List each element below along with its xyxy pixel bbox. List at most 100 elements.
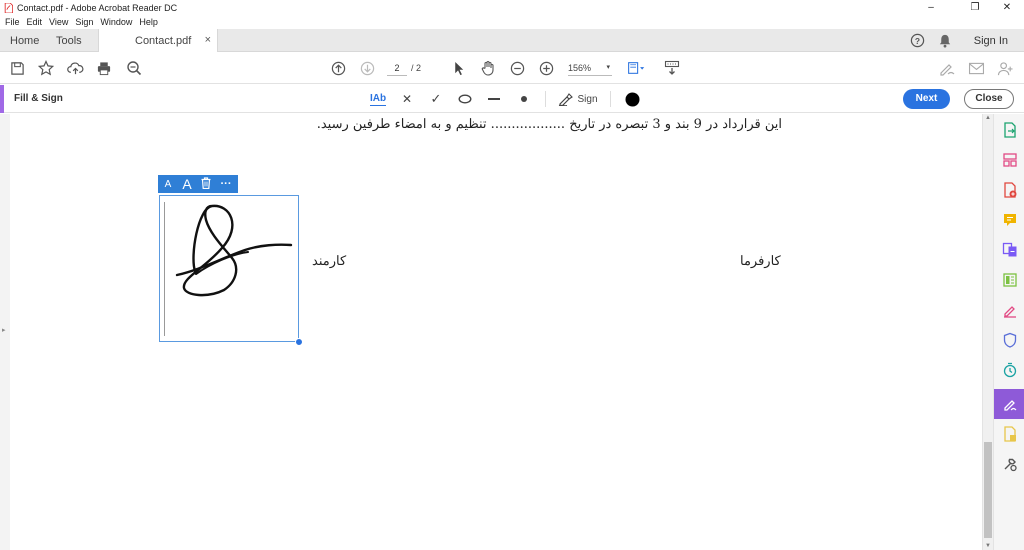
cloud-upload-icon: [66, 61, 83, 74]
print-button[interactable]: [95, 59, 113, 77]
signature-toolbar: A A ···: [158, 175, 238, 193]
plus-circle-icon: [539, 61, 553, 75]
handwritten-signature: [175, 204, 293, 297]
signature-field[interactable]: [159, 195, 299, 342]
acrobat-logo-icon: [4, 2, 13, 13]
zoom-level-select[interactable]: 156% ▾: [568, 60, 612, 76]
minimize-icon: –: [928, 2, 934, 13]
menu-help[interactable]: Help: [139, 17, 158, 27]
fill-sign-pen-icon: [1004, 306, 1016, 318]
hand-tool-button[interactable]: [479, 59, 497, 77]
window-title: Contact.pdf - Adobe Acrobat Reader DC: [17, 2, 178, 13]
maximize-button[interactable]: ❐: [958, 0, 992, 15]
text-tool-icon: IAb: [369, 92, 387, 106]
notifications-bell-icon[interactable]: [938, 33, 952, 48]
fill-sign-active-tool[interactable]: [1001, 395, 1019, 413]
print-icon: [97, 61, 111, 75]
select-tool-button[interactable]: [450, 59, 468, 77]
scroll-down-icon[interactable]: ▼: [985, 543, 991, 549]
comment-tool[interactable]: [1001, 211, 1019, 229]
title-bar: Contact.pdf - Adobe Acrobat Reader DC: [0, 0, 1024, 15]
menu-window[interactable]: Window: [100, 17, 132, 27]
fill-sign-accent-bar: [0, 85, 4, 113]
fountain-pen-icon: [559, 93, 574, 106]
add-text-tool[interactable]: IAb: [367, 91, 389, 107]
check-mark-tool[interactable]: ✓: [428, 91, 444, 107]
scroll-up-icon[interactable]: ▲: [985, 115, 991, 121]
tab-home[interactable]: Home: [10, 35, 39, 47]
help-icon[interactable]: ?: [910, 33, 925, 48]
sign-button[interactable]: Sign: [557, 91, 599, 107]
color-picker[interactable]: [624, 91, 640, 107]
party-employee-label: کارمند: [312, 254, 347, 269]
combine-files-tool[interactable]: [1001, 241, 1019, 259]
resize-handle[interactable]: [295, 338, 303, 346]
menu-file[interactable]: File: [5, 17, 20, 27]
toolbar-divider: [610, 91, 611, 107]
stamp-icon: [1004, 426, 1016, 442]
send-for-review-tool[interactable]: [1001, 361, 1019, 379]
document-canvas[interactable]: [0, 114, 982, 550]
previous-page-button[interactable]: [329, 59, 347, 77]
upload-button[interactable]: [66, 59, 84, 77]
arrow-down-circle-icon: [360, 61, 374, 75]
cursor-arrow-icon: [455, 61, 464, 75]
circle-tool[interactable]: [457, 91, 473, 107]
scroll-mode-button[interactable]: [663, 59, 681, 77]
main-toolbar: 2 / 2 156% ▾: [0, 52, 1024, 84]
increase-size-button[interactable]: A: [178, 176, 196, 192]
chevron-down-icon: ▾: [606, 64, 610, 71]
menu-edit[interactable]: Edit: [27, 17, 43, 27]
sign-in-link[interactable]: Sign In: [974, 35, 1008, 47]
next-button[interactable]: Next: [903, 89, 950, 109]
tools-pane: [993, 114, 1024, 550]
next-page-button[interactable]: [358, 59, 376, 77]
menu-sign[interactable]: Sign: [75, 17, 93, 27]
create-pdf-tool[interactable]: [1001, 181, 1019, 199]
export-pdf-tool[interactable]: [1001, 121, 1019, 139]
bookmark-button[interactable]: [37, 59, 55, 77]
close-tab-icon[interactable]: ×: [205, 34, 211, 46]
delete-button[interactable]: [196, 176, 216, 192]
edit-pdf-icon: [1003, 273, 1017, 287]
tab-tools[interactable]: Tools: [56, 35, 82, 47]
close-button[interactable]: Close: [964, 89, 1014, 109]
add-user-icon: [997, 61, 1013, 75]
fill-sign-toolbar: Fill & Sign IAb ✕ ✓ Sign Next Close: [0, 85, 1024, 113]
dot-tool[interactable]: [516, 91, 532, 107]
left-panel-toggle[interactable]: ▸: [0, 114, 10, 550]
search-button[interactable]: [125, 59, 143, 77]
line-icon: [488, 98, 500, 100]
protect-tool[interactable]: [1001, 331, 1019, 349]
zoom-search-icon: [127, 61, 142, 76]
tab-document[interactable]: Contact.pdf ×: [98, 29, 218, 52]
page-total: / 2: [411, 63, 422, 73]
minimize-button[interactable]: –: [914, 0, 948, 15]
page-display-button[interactable]: [627, 59, 645, 77]
organize-pages-tool[interactable]: [1001, 151, 1019, 169]
email-button[interactable]: [967, 59, 985, 77]
more-tools-tool[interactable]: [1001, 455, 1019, 473]
contract-closing-sentence: این قرارداد در 9 بند و 3 تبصره در تاریخ …: [316, 117, 782, 132]
fill-sign-toolbar-button[interactable]: [938, 59, 956, 77]
close-window-button[interactable]: ✕: [990, 0, 1024, 15]
save-button[interactable]: [8, 59, 26, 77]
zoom-out-button[interactable]: [508, 59, 526, 77]
share-user-button[interactable]: [996, 59, 1014, 77]
edit-pdf-tool[interactable]: [1001, 271, 1019, 289]
scrollbar-thumb[interactable]: [984, 442, 992, 538]
cross-mark-tool[interactable]: ✕: [399, 91, 415, 107]
vertical-scrollbar[interactable]: ▲ ▼: [982, 114, 993, 550]
cross-icon: ✕: [401, 92, 413, 106]
more-tools-icon: [1004, 458, 1017, 472]
fill-sign-pen-tool[interactable]: [1001, 301, 1019, 319]
page-number-input[interactable]: 2: [387, 60, 407, 76]
stamp-tool[interactable]: [1001, 425, 1019, 443]
tab-document-label: Contact.pdf: [135, 35, 192, 47]
zoom-level-value: 156%: [568, 63, 592, 73]
decrease-size-button[interactable]: A: [158, 179, 178, 190]
zoom-in-button[interactable]: [537, 59, 555, 77]
menu-view[interactable]: View: [49, 17, 68, 27]
more-options-button[interactable]: ···: [216, 178, 236, 190]
line-tool[interactable]: [486, 91, 502, 107]
